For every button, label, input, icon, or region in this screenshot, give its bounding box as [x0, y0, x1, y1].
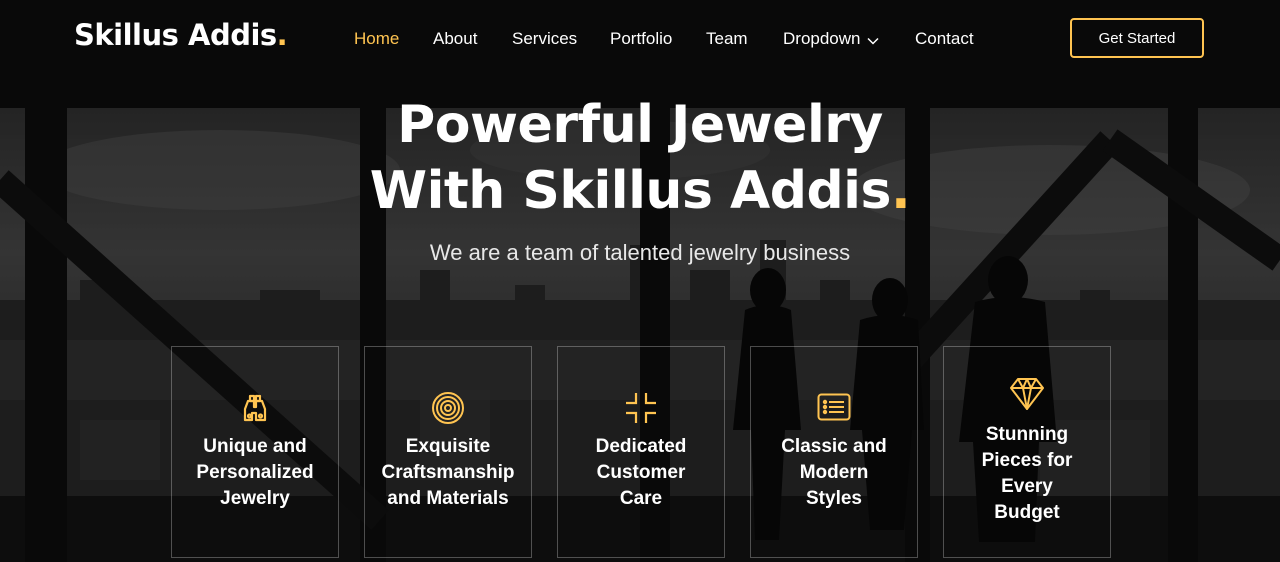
nav-item-home[interactable]: Home: [354, 29, 399, 49]
feature-box-craftsmanship[interactable]: Exquisite Craftsmanship and Materials: [364, 346, 532, 558]
feature-box-stunning-pieces[interactable]: Stunning Pieces for Every Budget: [943, 346, 1111, 558]
site-header: Skillus Addis. Home About Services Portf…: [0, 0, 1280, 78]
fullscreen-exit-icon: [558, 391, 724, 425]
nav-item-contact[interactable]: Contact: [915, 29, 974, 49]
nav-item-dropdown[interactable]: Dropdown: [783, 29, 879, 50]
nav-item-portfolio[interactable]: Portfolio: [610, 29, 672, 49]
feature-label: Exquisite Craftsmanship and Materials: [381, 436, 515, 509]
nav-item-about[interactable]: About: [433, 29, 477, 49]
hero-title-line-2: With Skillus Addis.: [0, 158, 1280, 224]
hero-title-line-1: Powerful Jewelry: [397, 95, 883, 155]
hero-title: Powerful Jewelry With Skillus Addis.: [0, 92, 1280, 224]
nav-item-services[interactable]: Services: [512, 29, 577, 49]
feature-label: Stunning Pieces for Every Budget: [981, 424, 1073, 523]
card-list-icon: [751, 393, 917, 421]
gem-icon: [944, 377, 1110, 411]
feature-label: Unique and Personalized Jewelry: [196, 436, 314, 509]
hero-title-line-2-text: With Skillus Addis: [369, 161, 892, 221]
feature-label: Dedicated Customer Care: [595, 436, 687, 509]
target-icon: [365, 391, 531, 425]
nav-item-dropdown-label: Dropdown: [783, 29, 861, 48]
feature-label: Classic and Modern Styles: [781, 436, 887, 509]
nav-item-team[interactable]: Team: [706, 29, 748, 49]
brand-dot: .: [276, 18, 288, 52]
feature-box-unique-jewelry[interactable]: Unique and Personalized Jewelry: [171, 346, 339, 558]
hero-title-dot: .: [890, 161, 911, 221]
binoculars-icon: [172, 393, 338, 425]
chevron-down-icon: [866, 30, 879, 50]
hero-subtitle: We are a team of talented jewelry busine…: [429, 240, 851, 265]
get-started-button[interactable]: Get Started: [1070, 18, 1204, 58]
brand-name: Skillus Addis: [74, 18, 277, 52]
brand-logo[interactable]: Skillus Addis.: [74, 18, 288, 52]
feature-box-classic-modern[interactable]: Classic and Modern Styles: [750, 346, 918, 558]
feature-box-customer-care[interactable]: Dedicated Customer Care: [557, 346, 725, 558]
